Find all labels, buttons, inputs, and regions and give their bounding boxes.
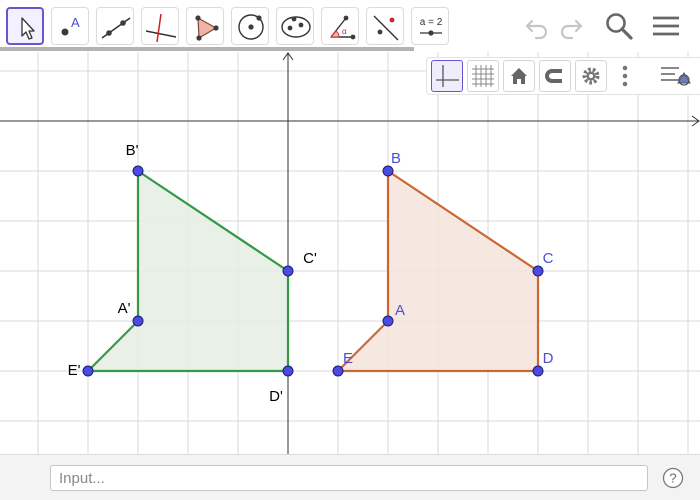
- point-label-e: E: [343, 350, 353, 367]
- point-label-b: B: [391, 150, 401, 167]
- standard-view-button[interactable]: [503, 60, 535, 92]
- menu-icon[interactable]: [649, 9, 683, 43]
- undo-icon[interactable]: [518, 9, 552, 43]
- point-a-prime[interactable]: [132, 315, 144, 327]
- point-label-b-prime: B': [126, 142, 139, 159]
- point-d-prime[interactable]: [282, 365, 294, 377]
- polygon-tool-button[interactable]: [186, 7, 224, 45]
- show-axes-icon: [436, 65, 459, 87]
- angle-tool-label: α: [342, 27, 347, 36]
- show-grid-icon: [472, 65, 494, 87]
- input-bar: [0, 454, 700, 500]
- point-e-prime[interactable]: [82, 365, 94, 377]
- point-a[interactable]: [382, 315, 394, 327]
- ellipse-tool-button[interactable]: [276, 7, 314, 45]
- move-arrow-icon: [21, 17, 35, 40]
- slider-tool-label: a = 2: [420, 17, 443, 28]
- toolbar-divider: [0, 47, 414, 51]
- point-label-e-prime: E': [68, 362, 81, 379]
- search-icon[interactable]: [602, 9, 636, 43]
- help-icon[interactable]: ?: [662, 467, 684, 489]
- point-d[interactable]: [532, 365, 544, 377]
- point-b[interactable]: [382, 165, 394, 177]
- settings-button[interactable]: [575, 60, 607, 92]
- standard-view-icon: [511, 68, 527, 84]
- point-label-d-prime: D': [269, 388, 283, 405]
- polygon-icon: [195, 15, 219, 41]
- point-tool-label: A: [71, 15, 80, 30]
- circle-tool-button[interactable]: [231, 7, 269, 45]
- reflect-tool-button[interactable]: [366, 7, 404, 45]
- redo-icon[interactable]: [556, 9, 590, 43]
- line-tool-button[interactable]: [96, 7, 134, 45]
- point-c-prime[interactable]: [282, 265, 294, 277]
- reflect-about-line-icon: [373, 15, 399, 41]
- perpendicular-line-tool-button[interactable]: [141, 7, 179, 45]
- point-e[interactable]: [332, 365, 344, 377]
- point-label-a: A: [395, 302, 405, 319]
- circle-with-center-icon: [238, 14, 264, 40]
- angle-tool-button[interactable]: α: [321, 7, 359, 45]
- help-icon-glyph: ?: [669, 471, 676, 486]
- point-label-d: D: [543, 350, 554, 367]
- point-label-c: C: [543, 250, 554, 267]
- axes-toggle-button[interactable]: [431, 60, 463, 92]
- perpendicular-line-icon: [145, 13, 177, 43]
- move-tool-button[interactable]: [6, 7, 44, 45]
- point-b-prime[interactable]: [132, 165, 144, 177]
- point-capturing-button[interactable]: [539, 60, 571, 92]
- algebra-input-field[interactable]: [50, 465, 648, 491]
- more-vertical-icon[interactable]: [615, 60, 635, 92]
- slider-icon: a = 2: [420, 17, 443, 36]
- slider-tool-button[interactable]: a = 2: [411, 7, 449, 45]
- point-c[interactable]: [532, 265, 544, 277]
- point-label-a-prime: A': [118, 300, 131, 317]
- point-label-c-prime: C': [303, 250, 317, 267]
- point-capturing-icon: [545, 69, 562, 83]
- point-icon: A: [61, 15, 80, 36]
- line-icon: [101, 17, 131, 39]
- settings-gear-icon: [582, 67, 600, 85]
- toolbar: A α a = 2: [0, 0, 700, 52]
- angle-icon: α: [329, 15, 356, 40]
- graphics-canvas[interactable]: A' B' C' D' E' A B C D E: [0, 52, 700, 454]
- graphics-style-bar: [426, 57, 700, 95]
- point-tool-button[interactable]: A: [51, 7, 89, 45]
- toggle-algebra-view-icon[interactable]: [659, 61, 695, 91]
- grid-toggle-button[interactable]: [467, 60, 499, 92]
- graphics-view[interactable]: A' B' C' D' E' A B C D E: [0, 52, 700, 454]
- ellipse-icon: [281, 16, 311, 38]
